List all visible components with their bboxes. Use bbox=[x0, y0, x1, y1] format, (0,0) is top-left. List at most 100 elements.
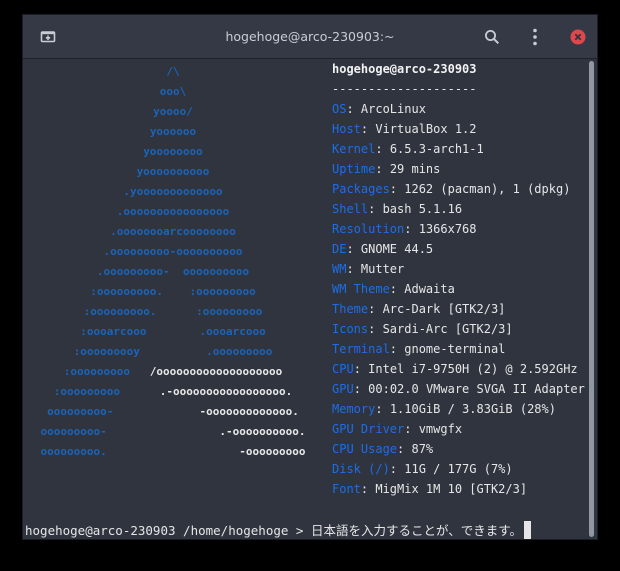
info-colon: : bbox=[353, 362, 369, 376]
logo-line: ooooooooo. -ooooooooo bbox=[23, 445, 323, 459]
close-button[interactable] bbox=[566, 25, 590, 49]
info-colon: : bbox=[346, 262, 361, 276]
info-colon: : bbox=[360, 482, 376, 496]
logo-line-blue: ooooooooo. bbox=[40, 445, 240, 458]
logo-line: :ooooooooo .-ooooooooooooooooo. bbox=[23, 385, 323, 399]
info-key: Uptime bbox=[332, 162, 376, 176]
info-colon: : bbox=[404, 422, 419, 436]
logo-line-blue: .ooooooooo- oooooooooo bbox=[96, 265, 250, 278]
info-key: GPU Driver bbox=[332, 422, 405, 436]
logo-line-blue: ooo\ bbox=[159, 85, 187, 98]
info-colon: : bbox=[389, 342, 405, 356]
info-row: GPU Driver: vmwgfx bbox=[332, 421, 462, 437]
info-colon: : bbox=[368, 202, 383, 216]
logo-line: :ooooooooy .ooooooooo bbox=[23, 345, 323, 359]
info-key: Kernel bbox=[332, 142, 376, 156]
info-row: WM: Mutter bbox=[332, 261, 404, 277]
logo-line-blue: /\ bbox=[166, 65, 180, 78]
info-colon: : bbox=[360, 122, 376, 136]
info-colon: : bbox=[389, 182, 405, 196]
info-value: 1262 (pacman), 1 (dpkg) bbox=[404, 182, 571, 196]
info-row: Resolution: 1366x768 bbox=[332, 221, 477, 237]
info-row: Host: VirtualBox 1.2 bbox=[332, 121, 477, 137]
logo-line-blue: :ooooooooo bbox=[63, 365, 150, 378]
info-row: Kernel: 6.5.3-arch1-1 bbox=[332, 141, 484, 157]
header-bar: hogehoge@arco-230903:~ bbox=[23, 15, 597, 59]
info-colon: : bbox=[375, 142, 390, 156]
info-row: OS: ArcoLinux bbox=[332, 101, 426, 117]
logo-line: :ooooooooo. :ooooooooo bbox=[23, 305, 323, 319]
info-value: Mutter bbox=[360, 262, 405, 276]
info-row: Packages: 1262 (pacman), 1 (dpkg) bbox=[332, 181, 570, 197]
info-key: Terminal bbox=[332, 342, 390, 356]
info-value: gnome-terminal bbox=[404, 342, 506, 356]
scrollbar-thumb[interactable] bbox=[589, 61, 594, 537]
info-key: GPU bbox=[332, 382, 354, 396]
search-icon bbox=[485, 30, 500, 45]
info-key: Icons bbox=[332, 322, 369, 336]
info-row: Theme: Arc-Dark [GTK2/3] bbox=[332, 301, 505, 317]
info-value: MigMix 1M 10 [GTK2/3] bbox=[375, 482, 528, 496]
menu-button[interactable] bbox=[523, 25, 547, 49]
info-row: DE: GNOME 44.5 bbox=[332, 241, 433, 257]
info-value: 29 mins bbox=[389, 162, 441, 176]
prompt-text: hogehoge@arco-230903 /home/hogehoge > 日本… bbox=[25, 523, 522, 538]
info-value: 6.5.3-arch1-1 bbox=[389, 142, 484, 156]
info-value: 11G / 177G (7%) bbox=[404, 462, 513, 476]
info-key: CPU Usage bbox=[332, 442, 398, 456]
logo-line: .yooooooooooooo bbox=[23, 185, 323, 199]
info-value: vmwgfx bbox=[418, 422, 463, 436]
info-value: 1366x768 bbox=[418, 222, 477, 236]
info-colon: : bbox=[389, 462, 405, 476]
info-row: WM Theme: Adwaita bbox=[332, 281, 455, 297]
terminal-window: hogehoge@arco-230903:~ /\ ooo\ yoooo/yoooo… bbox=[22, 14, 598, 540]
info-value: ArcoLinux bbox=[360, 102, 426, 116]
info-colon: : bbox=[368, 322, 383, 336]
info-key: OS bbox=[332, 102, 347, 116]
logo-line: .oooooooarcoooooooo bbox=[23, 225, 323, 239]
info-key: WM Theme bbox=[332, 282, 390, 296]
logo-line-blue: .oooooooarcoooooooo bbox=[110, 225, 236, 238]
info-value: GNOME 44.5 bbox=[360, 242, 434, 256]
info-title: hogehoge@arco-230903 bbox=[332, 62, 477, 76]
search-button[interactable] bbox=[480, 25, 504, 49]
logo-line-blue: :ooooooooy .ooooooooo bbox=[73, 345, 273, 358]
info-colon: : bbox=[375, 402, 390, 416]
info-value: 1.10GiB / 3.83GiB (28%) bbox=[389, 402, 556, 416]
info-colon: : bbox=[346, 242, 361, 256]
logo-line: .ooooooooo- oooooooooo bbox=[23, 265, 323, 279]
logo-line-blue: yoooooo bbox=[149, 125, 197, 138]
logo-line-blue: yoooooooo bbox=[143, 145, 203, 158]
logo-line: :ooooooooo /ooooooooooooooooooo bbox=[23, 365, 323, 379]
info-row: CPU Usage: 87% bbox=[332, 441, 433, 457]
close-icon bbox=[570, 29, 586, 45]
command-prompt[interactable]: hogehoge@arco-230903 /home/hogehoge > 日本… bbox=[25, 521, 531, 539]
info-key: Font bbox=[332, 482, 361, 496]
info-colon: : bbox=[353, 382, 369, 396]
info-key: CPU bbox=[332, 362, 354, 376]
logo-line: ooo\ bbox=[23, 85, 323, 99]
logo-line-blue: yoooooooooo bbox=[136, 165, 210, 178]
info-colon: : bbox=[375, 162, 390, 176]
info-key: Host bbox=[332, 122, 361, 136]
info-row: GPU: 00:02.0 VMware SVGA II Adapter bbox=[332, 381, 585, 397]
logo-line: :ooooooooo. :ooooooooo bbox=[23, 285, 323, 299]
logo-line: yoooooooo bbox=[23, 145, 323, 159]
info-key: Shell bbox=[332, 202, 369, 216]
info-separator: -------------------- bbox=[332, 82, 477, 96]
info-colon: : bbox=[389, 282, 405, 296]
logo-line-blue: :oooarcooo .oooarcooo bbox=[80, 325, 266, 338]
scrollbar[interactable] bbox=[589, 61, 594, 537]
logo-line: yoooo/ bbox=[23, 105, 323, 119]
logo-line-white: .-oooooooooo. bbox=[219, 425, 306, 438]
logo-line-blue: :ooooooooo. :ooooooooo bbox=[83, 305, 263, 318]
menu-dots-icon bbox=[533, 28, 537, 46]
info-colon: : bbox=[397, 442, 412, 456]
info-value: 00:02.0 VMware SVGA II Adapter bbox=[368, 382, 585, 396]
terminal-output[interactable]: /\ ooo\ yoooo/yoooooo yoooooooo yoooooooooo.… bbox=[23, 59, 597, 539]
logo-line: yoooooooooo bbox=[23, 165, 323, 179]
logo-line: ooooooooo- -ooooooooooooo. bbox=[23, 405, 323, 419]
info-key: WM bbox=[332, 262, 347, 276]
window-title: hogehoge@arco-230903:~ bbox=[225, 29, 395, 44]
info-value: Arc-Dark [GTK2/3] bbox=[382, 302, 506, 316]
